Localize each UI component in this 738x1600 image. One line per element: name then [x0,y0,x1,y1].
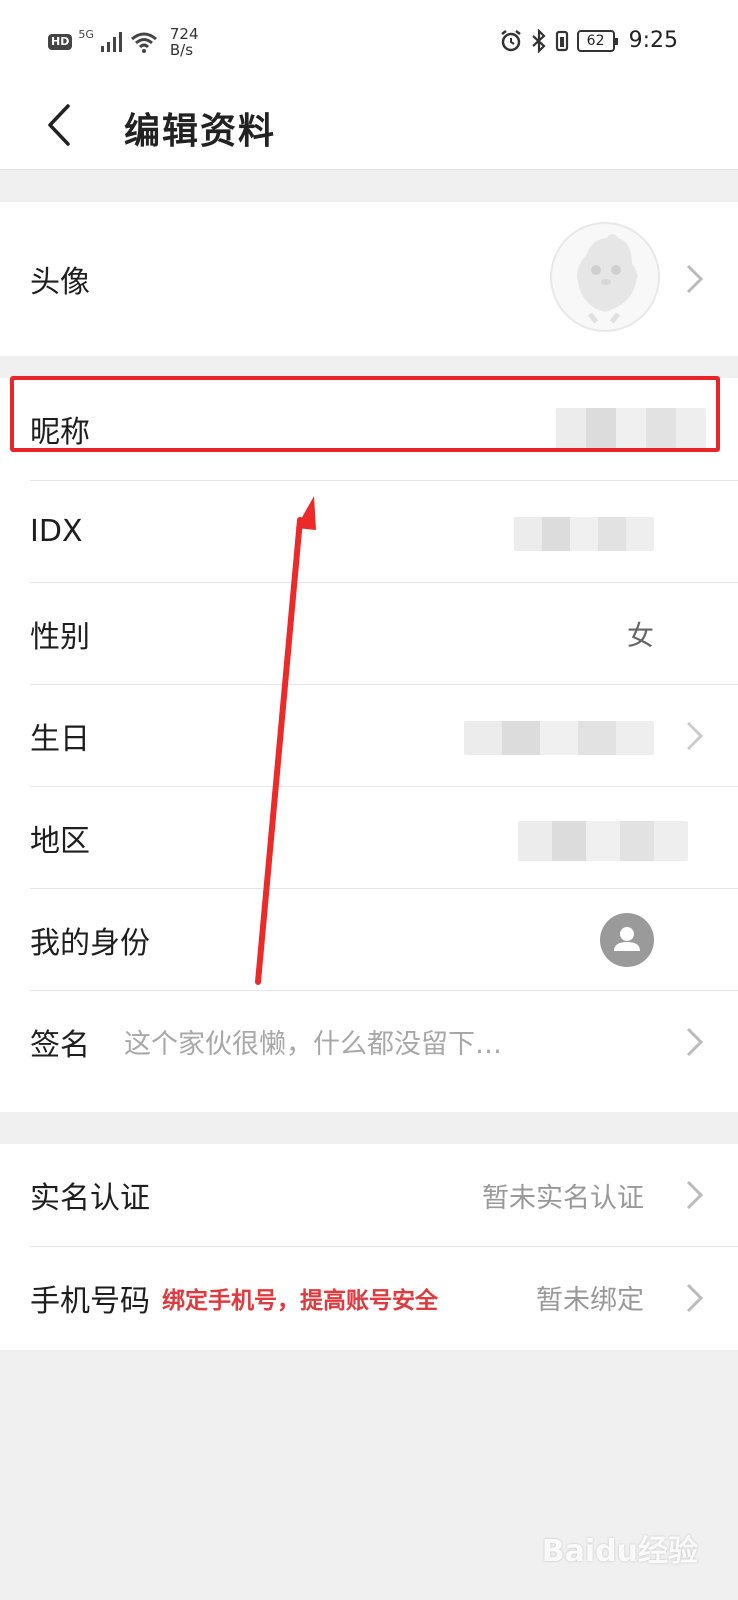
network-speed: 724 B/s [170,26,199,58]
gender-value: 女 [627,621,654,652]
phone-label: 手机号码 [30,1283,150,1319]
profile-section: 昵称 IDX 性别 女 生日 地区 我的身份 签名 这个家伙很懒，什么都没留下… [0,378,738,1112]
header: 编辑资料 [0,84,738,170]
wifi-icon [130,32,157,53]
region-label: 地区 [30,823,90,859]
avatar[interactable] [550,222,660,332]
idx-value-redacted [514,517,654,551]
speed-value: 724 [169,25,199,43]
identity-row[interactable]: 我的身份 [30,888,738,990]
alarm-icon [500,29,521,51]
chevron-right-icon [686,1180,704,1210]
nickname-row[interactable]: 昵称 [30,378,738,480]
nickname-label: 昵称 [30,415,90,450]
phone-status: 暂未绑定 [536,1285,644,1316]
avatar-label: 头像 [30,265,90,300]
gender-row[interactable]: 性别 女 [30,582,738,684]
mascot-icon [577,234,638,324]
idx-row[interactable]: IDX [30,480,738,582]
account-section: 实名认证 暂未实名认证 手机号码 绑定手机号，提高账号安全 暂未绑定 [0,1144,738,1350]
clock: 9:25 [628,28,678,53]
nickname-value-redacted [556,408,706,452]
realname-status: 暂未实名认证 [482,1182,644,1214]
realname-row[interactable]: 实名认证 暂未实名认证 [30,1144,738,1246]
hd-badge: HD [48,34,73,50]
signature-placeholder: 这个家伙很懒，什么都没留下… [124,1029,502,1060]
chevron-right-icon [686,1283,704,1312]
avatar-row[interactable]: 头像 [30,202,738,356]
chevron-right-icon [686,1027,704,1056]
status-bar: HD 5G 724 B/s 62 9:25 [0,0,738,84]
birthday-label: 生日 [30,721,90,757]
birthday-row[interactable]: 生日 [30,684,738,786]
signature-row[interactable]: 签名 这个家伙很懒，什么都没留下… [30,990,738,1092]
avatar-section: 头像 [0,202,738,356]
phone-row[interactable]: 手机号码 绑定手机号，提高账号安全 暂未绑定 [30,1246,738,1348]
identity-icon[interactable] [600,913,654,967]
watermark: Baidu经验 [541,1534,698,1569]
identity-label: 我的身份 [30,925,150,961]
chevron-right-icon [686,264,704,294]
phone-hint: 绑定手机号，提高账号安全 [162,1287,438,1314]
page-title: 编辑资料 [124,111,277,152]
bluetooth-icon [531,28,546,53]
idx-label: IDX [30,514,83,549]
birthday-value-redacted [464,721,654,755]
signal-icon [100,32,122,52]
chevron-right-icon [686,721,704,750]
vibrate-icon [555,30,568,51]
back-arrow-icon[interactable] [40,100,80,150]
signature-label: 签名 [30,1027,90,1063]
region-value-redacted [518,821,688,861]
user-icon [614,927,640,951]
network-type: 5G [78,27,94,41]
status-right: 62 9:25 [499,28,678,53]
region-row[interactable]: 地区 [30,786,738,888]
battery-indicator: 62 [576,29,618,52]
status-left: HD 5G 724 B/s [48,26,199,58]
realname-label: 实名认证 [30,1181,150,1216]
speed-unit: B/s [169,41,194,59]
gender-label: 性别 [30,619,90,655]
